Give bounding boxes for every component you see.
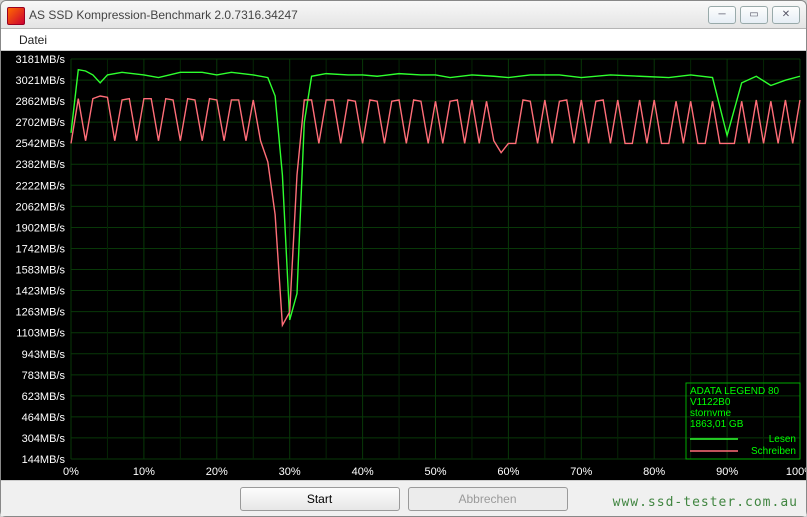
menu-datei[interactable]: Datei xyxy=(11,31,55,49)
svg-text:ADATA LEGEND 80: ADATA LEGEND 80 xyxy=(690,386,780,397)
abort-button[interactable]: Abbrechen xyxy=(408,487,568,511)
svg-text:90%: 90% xyxy=(716,466,738,478)
svg-text:60%: 60% xyxy=(497,466,519,478)
svg-text:1583MB/s: 1583MB/s xyxy=(15,264,65,276)
chart-svg: 144MB/s 304MB/s 464MB/s 623MB/s 783MB/s 943MB… xyxy=(1,51,806,479)
svg-text:1263MB/s: 1263MB/s xyxy=(15,307,65,319)
titlebar: AS SSD Kompression-Benchmark 2.0.7316.34… xyxy=(1,1,806,29)
svg-text:1423MB/s: 1423MB/s xyxy=(15,286,65,298)
svg-text:2542MB/s: 2542MB/s xyxy=(15,138,65,150)
app-window: AS SSD Kompression-Benchmark 2.0.7316.34… xyxy=(0,0,807,517)
svg-text:2382MB/s: 2382MB/s xyxy=(15,159,65,171)
svg-text:623MB/s: 623MB/s xyxy=(22,391,66,403)
svg-text:70%: 70% xyxy=(570,466,592,478)
maximize-button[interactable]: ▭ xyxy=(740,6,768,24)
close-button[interactable]: ✕ xyxy=(772,6,800,24)
svg-text:2702MB/s: 2702MB/s xyxy=(15,117,65,129)
svg-text:464MB/s: 464MB/s xyxy=(22,412,66,424)
svg-text:2062MB/s: 2062MB/s xyxy=(15,201,65,213)
svg-text:1863,01 GB: 1863,01 GB xyxy=(690,419,744,430)
svg-text:2222MB/s: 2222MB/s xyxy=(15,180,65,192)
svg-text:20%: 20% xyxy=(206,466,228,478)
svg-text:3021MB/s: 3021MB/s xyxy=(15,75,65,87)
minimize-button[interactable]: ─ xyxy=(708,6,736,24)
svg-text:3181MB/s: 3181MB/s xyxy=(15,54,65,66)
svg-text:30%: 30% xyxy=(279,466,301,478)
svg-text:1103MB/s: 1103MB/s xyxy=(16,328,65,340)
svg-text:100%: 100% xyxy=(786,466,806,478)
svg-text:943MB/s: 943MB/s xyxy=(22,349,66,361)
svg-text:1902MB/s: 1902MB/s xyxy=(15,222,65,234)
menubar: Datei xyxy=(1,29,806,51)
svg-text:144MB/s: 144MB/s xyxy=(22,454,66,466)
svg-text:783MB/s: 783MB/s xyxy=(22,370,66,382)
window-title: AS SSD Kompression-Benchmark 2.0.7316.34… xyxy=(29,8,298,22)
svg-text:1742MB/s: 1742MB/s xyxy=(15,244,65,256)
svg-text:10%: 10% xyxy=(133,466,155,478)
svg-text:40%: 40% xyxy=(352,466,374,478)
svg-text:stornvme: stornvme xyxy=(690,408,732,419)
svg-text:Lesen: Lesen xyxy=(769,434,796,445)
start-button[interactable]: Start xyxy=(240,487,400,511)
svg-text:304MB/s: 304MB/s xyxy=(22,433,66,445)
app-icon xyxy=(7,7,23,23)
svg-text:50%: 50% xyxy=(424,466,446,478)
svg-text:0%: 0% xyxy=(63,466,79,478)
watermark: www.ssd-tester.com.au xyxy=(613,495,798,510)
chart-area: 144MB/s 304MB/s 464MB/s 623MB/s 783MB/s 943MB… xyxy=(1,51,806,480)
svg-text:2862MB/s: 2862MB/s xyxy=(15,96,65,108)
footer-bar: Start Abbrechen www.ssd-tester.com.au xyxy=(1,480,806,516)
svg-text:V1122B0: V1122B0 xyxy=(690,397,731,408)
svg-text:80%: 80% xyxy=(643,466,665,478)
svg-text:Schreiben: Schreiben xyxy=(751,446,796,457)
